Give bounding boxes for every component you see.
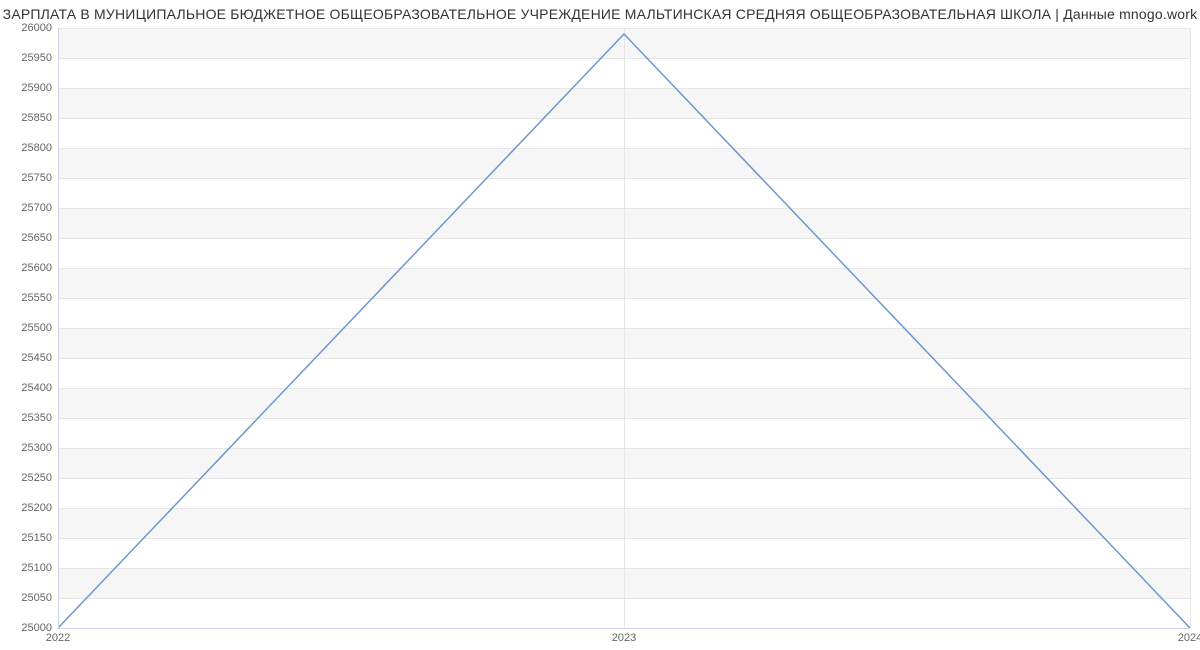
y-tick-label: 25350: [6, 412, 52, 424]
y-tick-label: 25750: [6, 172, 52, 184]
line-series: [58, 28, 1190, 628]
y-tick-label: 25200: [6, 502, 52, 514]
y-tick-label: 25550: [6, 292, 52, 304]
y-tick-label: 25250: [6, 472, 52, 484]
x-tick-label: 2023: [612, 632, 636, 644]
y-tick-label: 25300: [6, 442, 52, 454]
y-tick-label: 26000: [6, 22, 52, 34]
y-tick-label: 25650: [6, 232, 52, 244]
y-tick-label: 25800: [6, 142, 52, 154]
y-tick-label: 25100: [6, 562, 52, 574]
y-tick-label: 25600: [6, 262, 52, 274]
y-axis-line: [58, 28, 59, 628]
y-tick-label: 25900: [6, 82, 52, 94]
x-tick-label: 2022: [46, 632, 70, 644]
y-tick-label: 25500: [6, 322, 52, 334]
y-tick-label: 25850: [6, 112, 52, 124]
y-tick-label: 25050: [6, 592, 52, 604]
y-tick-label: 25700: [6, 202, 52, 214]
chart-container: ЗАРПЛАТА В МУНИЦИПАЛЬНОЕ БЮДЖЕТНОЕ ОБЩЕО…: [0, 0, 1200, 650]
y-tick-label: 25150: [6, 532, 52, 544]
x-gridline: [1190, 28, 1191, 628]
y-tick-label: 25950: [6, 52, 52, 64]
plot-area: [58, 28, 1190, 628]
y-tick-label: 25400: [6, 382, 52, 394]
chart-title: ЗАРПЛАТА В МУНИЦИПАЛЬНОЕ БЮДЖЕТНОЕ ОБЩЕО…: [0, 6, 1200, 22]
x-axis-line: [58, 628, 1190, 629]
series-line: [58, 34, 1190, 628]
x-tick-label: 2024: [1178, 632, 1200, 644]
y-tick-label: 25450: [6, 352, 52, 364]
